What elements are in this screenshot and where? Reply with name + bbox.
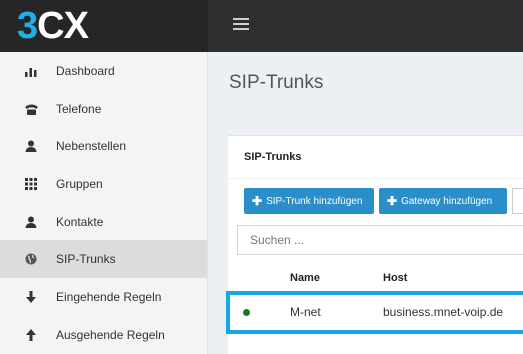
page-title: SIP-Trunks <box>229 72 324 93</box>
trunk-host-cell: business.mnet-voip.de <box>383 305 504 319</box>
grid-icon <box>24 177 38 191</box>
arrow-up-icon <box>24 328 38 342</box>
sidebar-item-label: Eingehende Regeln <box>56 289 162 304</box>
logo-area: 3CX <box>0 0 208 52</box>
top-bar: 3CX <box>0 0 523 52</box>
search-input[interactable] <box>237 225 523 255</box>
button-label: SIP-Trunk hinzufügen <box>266 195 363 207</box>
logo-part-cx: CX <box>37 5 89 47</box>
button-label: Gateway hinzufügen <box>401 195 493 207</box>
sidebar-item-label: Ausgehende Regeln <box>56 327 165 342</box>
more-actions-button[interactable] <box>512 188 523 214</box>
sidebar-item-label: Nebenstellen <box>56 139 127 154</box>
sidebar-item-eingehende-regeln[interactable]: Eingehende Regeln <box>0 278 207 316</box>
status-online-icon <box>243 309 250 316</box>
globe-icon <box>24 252 38 266</box>
sidebar-item-label: Gruppen <box>56 176 103 191</box>
sidebar-item-ausgehende-regeln[interactable]: Ausgehende Regeln <box>0 316 207 354</box>
table-header: Name Host <box>228 264 523 292</box>
plus-icon: ✚ <box>387 194 398 208</box>
sidebar-item-label: Kontakte <box>56 214 104 229</box>
sidebar-item-kontakte[interactable]: Kontakte <box>0 203 207 241</box>
plus-icon: ✚ <box>252 194 263 208</box>
add-gateway-button[interactable]: ✚ Gateway hinzufügen <box>379 188 507 214</box>
user-icon <box>24 139 38 153</box>
menu-toggle-icon[interactable] <box>233 18 249 34</box>
column-header-host[interactable]: Host <box>383 272 407 284</box>
divider <box>228 178 523 179</box>
sidebar-item-label: SIP-Trunks <box>56 252 116 267</box>
sidebar-item-telefone[interactable]: Telefone <box>0 90 207 128</box>
bar-chart-icon <box>24 64 38 78</box>
logo[interactable]: 3CX <box>17 5 89 47</box>
panel-title: SIP-Trunks <box>244 151 302 163</box>
sidebar-item-dashboard[interactable]: Dashboard <box>0 52 207 90</box>
column-header-name[interactable]: Name <box>290 272 320 284</box>
logo-part-3: 3 <box>17 5 38 47</box>
add-sip-trunk-button[interactable]: ✚ SIP-Trunk hinzufügen <box>244 188 374 214</box>
sidebar-item-gruppen[interactable]: Gruppen <box>0 165 207 203</box>
phone-icon <box>24 102 38 116</box>
sidebar: Dashboard Telefone Nebenstellen Gruppen … <box>0 52 208 354</box>
table-row[interactable]: M-net business.mnet-voip.de <box>226 291 523 334</box>
sidebar-item-sip-trunks[interactable]: SIP-Trunks <box>0 240 207 279</box>
arrow-down-icon <box>24 290 38 304</box>
main-content: SIP-Trunks SIP-Trunks ✚ SIP-Trunk hinzuf… <box>208 52 523 354</box>
user-icon <box>24 215 38 229</box>
sidebar-item-label: Dashboard <box>56 63 115 78</box>
sidebar-item-nebenstellen[interactable]: Nebenstellen <box>0 127 207 165</box>
trunk-name-cell: M-net <box>290 305 321 319</box>
sidebar-item-label: Telefone <box>56 101 102 116</box>
sip-trunks-panel: SIP-Trunks ✚ SIP-Trunk hinzufügen ✚ Gate… <box>226 135 523 354</box>
